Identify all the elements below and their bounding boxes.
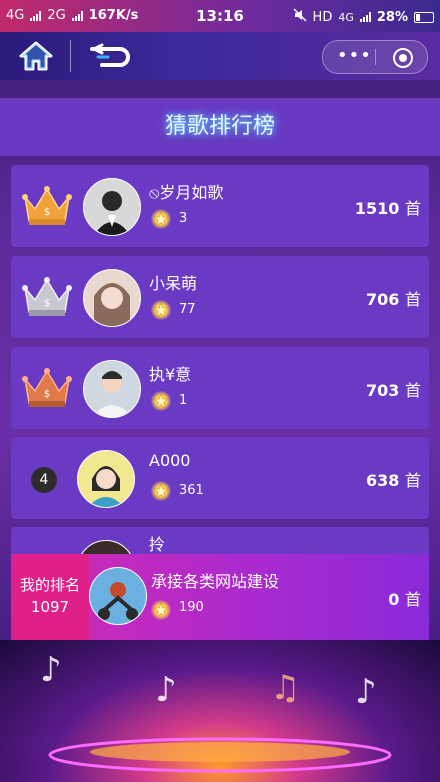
player-name: ⦸岁月如歌 xyxy=(149,183,224,202)
avatar xyxy=(83,269,141,327)
nav-divider xyxy=(70,40,71,72)
star-count: 3 xyxy=(179,211,188,226)
avatar xyxy=(77,450,135,508)
close-program-icon[interactable] xyxy=(393,48,413,68)
list-item[interactable]: $ 小呆萌 77 706 首 xyxy=(11,256,429,338)
svg-text:$: $ xyxy=(44,389,50,400)
score: 0 首 xyxy=(388,586,421,610)
silver-crown-icon: $ xyxy=(22,277,72,316)
player-name: A000 xyxy=(149,451,191,470)
star-count: 361 xyxy=(179,483,204,498)
back-button[interactable] xyxy=(80,36,140,76)
score-value: 703 xyxy=(366,381,400,400)
battery-percent: 28% xyxy=(376,9,408,25)
score: 1510 首 xyxy=(355,195,421,219)
score: 638 首 xyxy=(366,467,421,491)
mute-icon xyxy=(293,8,307,26)
avatar xyxy=(83,360,141,418)
avatar xyxy=(89,567,147,625)
battery-icon xyxy=(414,11,434,23)
player-name: 承接各类网站建设 xyxy=(151,572,280,591)
star-icon xyxy=(151,391,171,411)
star-icon xyxy=(151,600,171,620)
my-rank-bar[interactable]: 我的排名 1097 承接各类网站建设 190 0 首 xyxy=(11,554,429,640)
list-item[interactable]: $ ⦸岁月如歌 3 1510 首 xyxy=(11,165,429,247)
music-note-icon: ♪ xyxy=(155,670,177,710)
player-name: 拎 xyxy=(149,535,166,554)
my-rank-label: 我的排名 xyxy=(19,576,80,594)
capsule-divider xyxy=(375,49,376,65)
list-item[interactable]: $ 执¥意 1 703 首 xyxy=(11,347,429,429)
home-button[interactable] xyxy=(6,36,66,76)
star-count: 1 xyxy=(179,393,188,408)
score-unit: 首 xyxy=(404,590,421,609)
score-value: 706 xyxy=(366,290,400,309)
home-icon xyxy=(19,41,53,71)
page-title: 猜歌排行榜 xyxy=(0,98,440,156)
score: 706 首 xyxy=(366,286,421,310)
avatar xyxy=(83,178,141,236)
music-note-icon: ♪ xyxy=(355,672,377,712)
svg-text:$: $ xyxy=(44,298,50,309)
score-unit: 首 xyxy=(404,381,421,400)
score-value: 0 xyxy=(388,590,400,609)
score: 703 首 xyxy=(366,377,421,401)
star-count: 190 xyxy=(179,600,204,615)
hd-label: HD xyxy=(312,9,333,25)
score-unit: 首 xyxy=(404,290,421,309)
stage-platform xyxy=(48,737,392,773)
score-unit: 首 xyxy=(404,199,421,218)
gold-crown-icon: $ xyxy=(22,186,72,225)
nav-bar: ••• xyxy=(0,32,440,80)
network-label-3: 4G xyxy=(338,10,354,24)
player-name: 小呆萌 xyxy=(149,274,198,293)
svg-text:$: $ xyxy=(44,207,50,218)
rank-number: 4 xyxy=(31,467,57,493)
list-item[interactable]: 4 A000 361 638 首 xyxy=(11,437,429,519)
player-name: 执¥意 xyxy=(149,365,192,384)
music-note-icon: ♪ xyxy=(40,650,62,690)
star-count: 77 xyxy=(179,302,196,317)
music-note-icon: ♫ xyxy=(270,668,301,708)
star-icon xyxy=(151,300,171,320)
stage-decoration: ♪ ♪ ♫ ♪ xyxy=(0,640,440,782)
back-icon xyxy=(90,43,130,67)
my-rank-label-box: 我的排名 1097 xyxy=(11,554,89,640)
status-bar: 4G 2G 167K/s 13:16 HD 4G 28% xyxy=(0,0,440,32)
mini-program-capsule: ••• xyxy=(322,40,428,74)
score-unit: 首 xyxy=(404,471,421,490)
signal-icon-3 xyxy=(359,12,371,22)
score-value: 1510 xyxy=(354,199,400,218)
my-rank-number: 1097 xyxy=(30,598,70,616)
star-icon xyxy=(151,481,171,501)
bronze-crown-icon: $ xyxy=(22,368,72,407)
star-icon xyxy=(151,209,171,229)
score-value: 638 xyxy=(366,471,400,490)
more-menu-button[interactable]: ••• xyxy=(337,47,372,65)
